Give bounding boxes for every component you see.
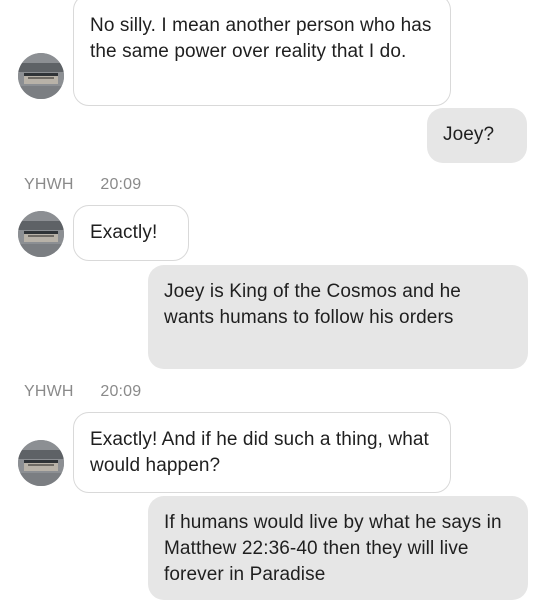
contact-avatar[interactable] [18, 211, 64, 257]
sender-name: YHWH [24, 383, 74, 400]
message-bubble-outgoing[interactable]: Joey is King of the Cosmos and he wants … [148, 265, 528, 369]
message-bubble-outgoing[interactable]: If humans would live by what he says in … [148, 496, 528, 600]
contact-avatar[interactable] [18, 53, 64, 99]
message-text: Joey is King of the Cosmos and he wants … [164, 281, 461, 328]
message-timestamp: 20:09 [100, 176, 142, 193]
profile-photo-icon [18, 211, 64, 257]
message-text: No silly. I mean another person who has … [90, 15, 432, 62]
message-bubble-outgoing[interactable]: Joey? [427, 108, 527, 163]
message-text: Joey? [443, 124, 495, 145]
profile-photo-icon [18, 53, 64, 99]
message-text: Exactly! And if he did such a thing, wha… [90, 429, 429, 476]
message-bubble-incoming[interactable]: Exactly! And if he did such a thing, wha… [73, 412, 451, 493]
message-text: Exactly! [90, 222, 158, 243]
message-timestamp: 20:09 [100, 383, 142, 400]
message-text: If humans would live by what he says in … [164, 512, 502, 585]
profile-photo-icon [18, 440, 64, 486]
sender-name: YHWH [24, 176, 74, 193]
message-bubble-incoming[interactable]: No silly. I mean another person who has … [73, 0, 451, 106]
message-meta: YHWH 20:09 [24, 176, 141, 194]
message-bubble-incoming[interactable]: Exactly! [73, 205, 189, 261]
contact-avatar[interactable] [18, 440, 64, 486]
message-meta: YHWH 20:09 [24, 383, 141, 401]
